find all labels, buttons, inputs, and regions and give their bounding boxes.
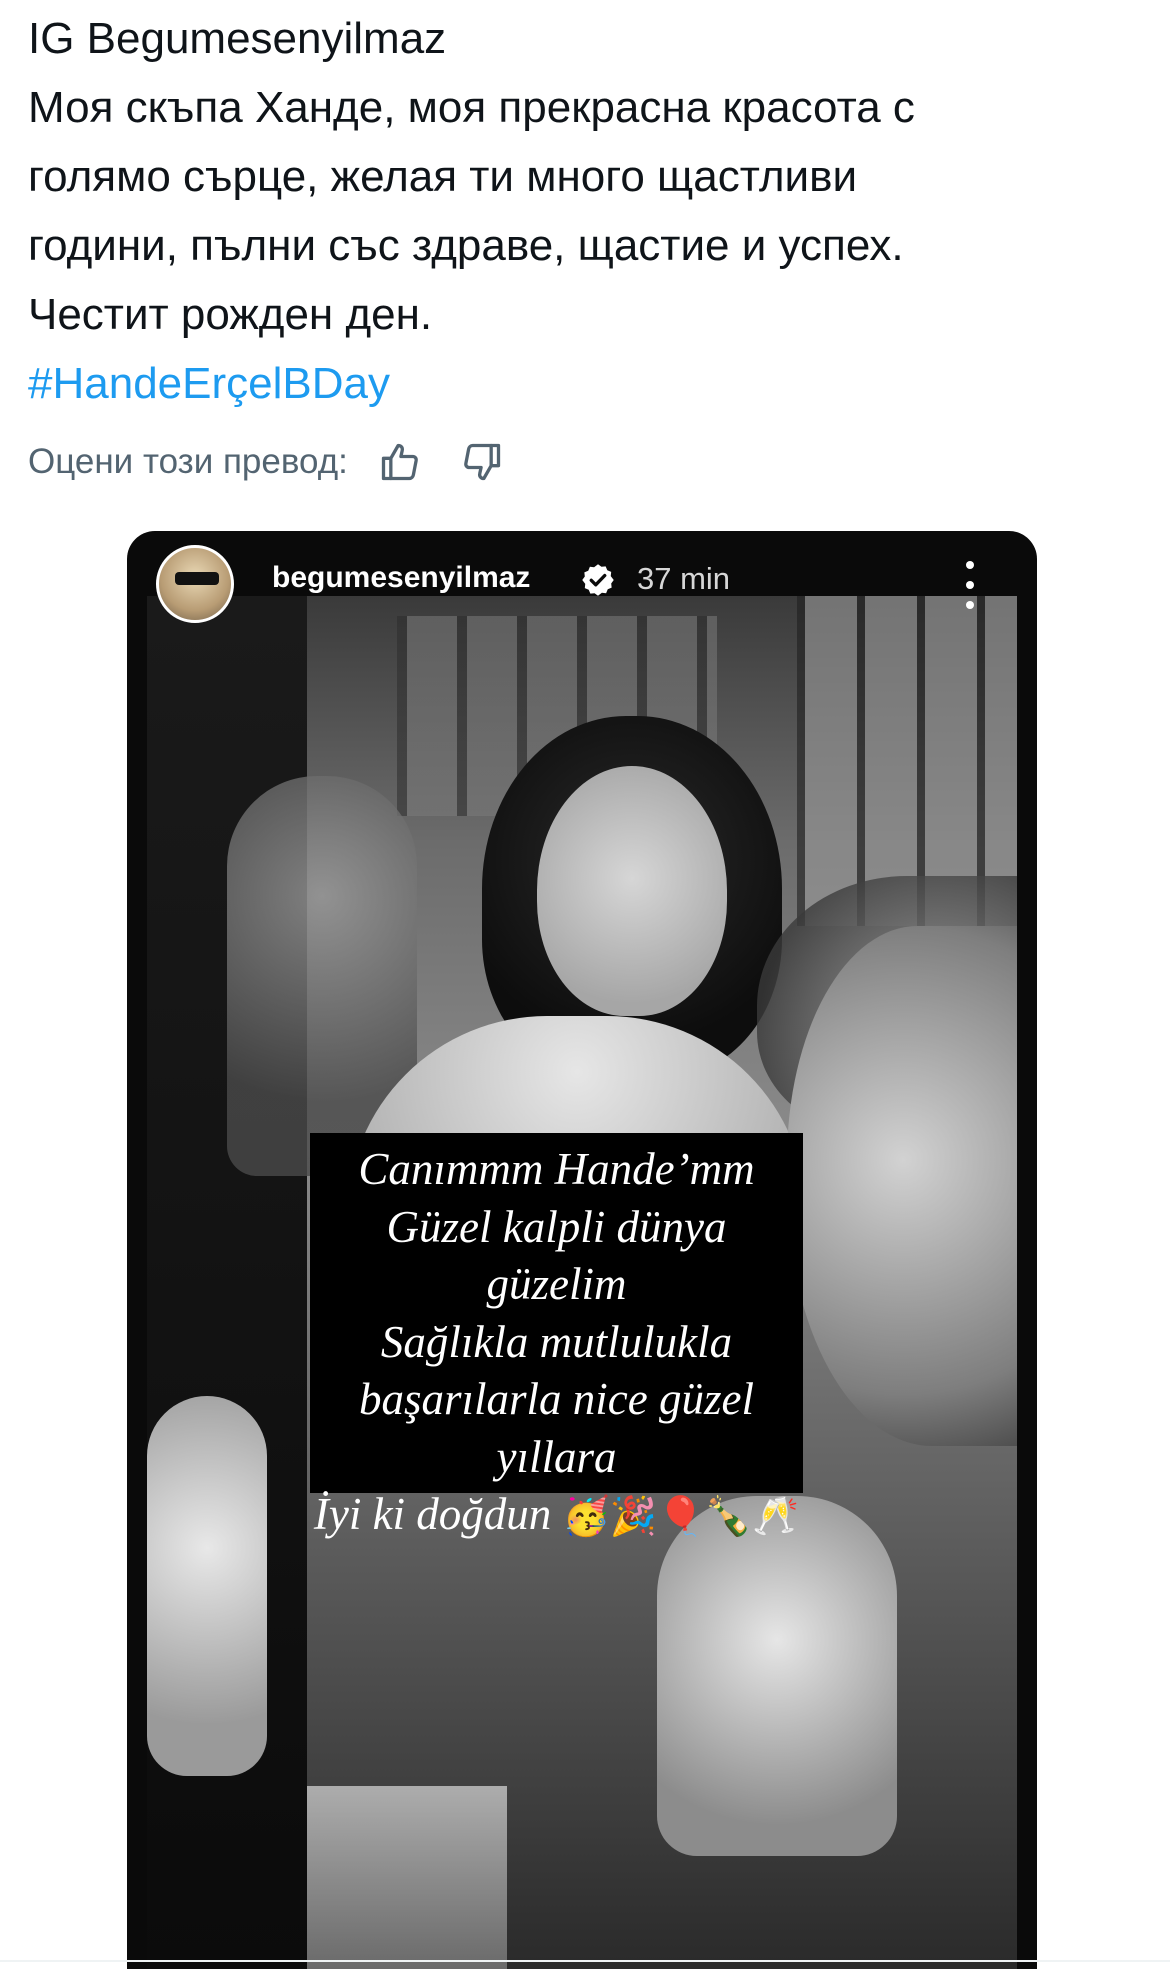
photo-right-face xyxy=(787,926,1017,1446)
verified-badge-icon xyxy=(582,564,614,596)
more-dot xyxy=(966,601,974,609)
thumbs-down-icon xyxy=(464,443,501,481)
photo-top xyxy=(307,1786,507,1969)
bottom-divider xyxy=(0,1960,1170,1962)
tweet-line: голямо сърце, желая ти много щастливи xyxy=(28,152,858,201)
more-vertical-icon[interactable] xyxy=(960,561,980,609)
tweet-line: Честит рожден ден. xyxy=(28,290,433,339)
caption-line: İyi ki doğdun xyxy=(313,1489,552,1539)
caption-line: Canımmm Hande’mm xyxy=(358,1144,755,1194)
avatar[interactable] xyxy=(156,545,234,623)
tweet-line: години, пълни със здраве, щастие и успех… xyxy=(28,221,904,270)
caption-line: başarılarla nice güzel xyxy=(359,1374,754,1424)
caption-line: Sağlıkla mutlulukla xyxy=(380,1316,733,1367)
avatar-sunglasses xyxy=(175,572,219,585)
photo-hand-left xyxy=(147,1396,267,1776)
story-header: begumesenyilmaz 37 min xyxy=(127,531,1037,631)
photo-woman-face xyxy=(537,766,727,1016)
thumbs-up-icon xyxy=(381,443,418,481)
tweet-line: Моя скъпа Ханде, моя прекрасна красота с xyxy=(28,83,915,132)
more-dot xyxy=(966,581,974,589)
thumbs-up-button[interactable] xyxy=(374,436,426,488)
photo-hand-right xyxy=(657,1496,897,1856)
caption-line-last: İyi ki doğdun 🥳🎉🎈🍾🥂 xyxy=(310,1486,803,1546)
story-username[interactable]: begumesenyilmaz xyxy=(272,561,530,595)
thumbs-down-button[interactable] xyxy=(456,436,508,488)
hashtag-link[interactable]: #HandeErçelBDay xyxy=(28,349,1138,418)
translation-rating: Оцени този превод: xyxy=(28,432,538,492)
story-caption: Canımmm Hande’mm Güzel kalpli dünya güze… xyxy=(310,1133,803,1539)
caption-line: güzelim xyxy=(486,1259,627,1309)
translation-rating-label: Оцени този превод: xyxy=(28,442,348,481)
tweet-line-source: IG Begumesenyilmaz xyxy=(28,14,447,63)
caption-line: Güzel kalpli dünya xyxy=(386,1201,727,1252)
celebration-emojis: 🥳🎉🎈🍾🥂 xyxy=(562,1494,800,1538)
story-timestamp: 37 min xyxy=(637,561,731,596)
more-dot xyxy=(966,561,974,569)
caption-line: yıllara xyxy=(496,1431,617,1482)
tweet-text: IG Begumesenyilmaz Моя скъпа Ханде, моя … xyxy=(28,4,1138,418)
